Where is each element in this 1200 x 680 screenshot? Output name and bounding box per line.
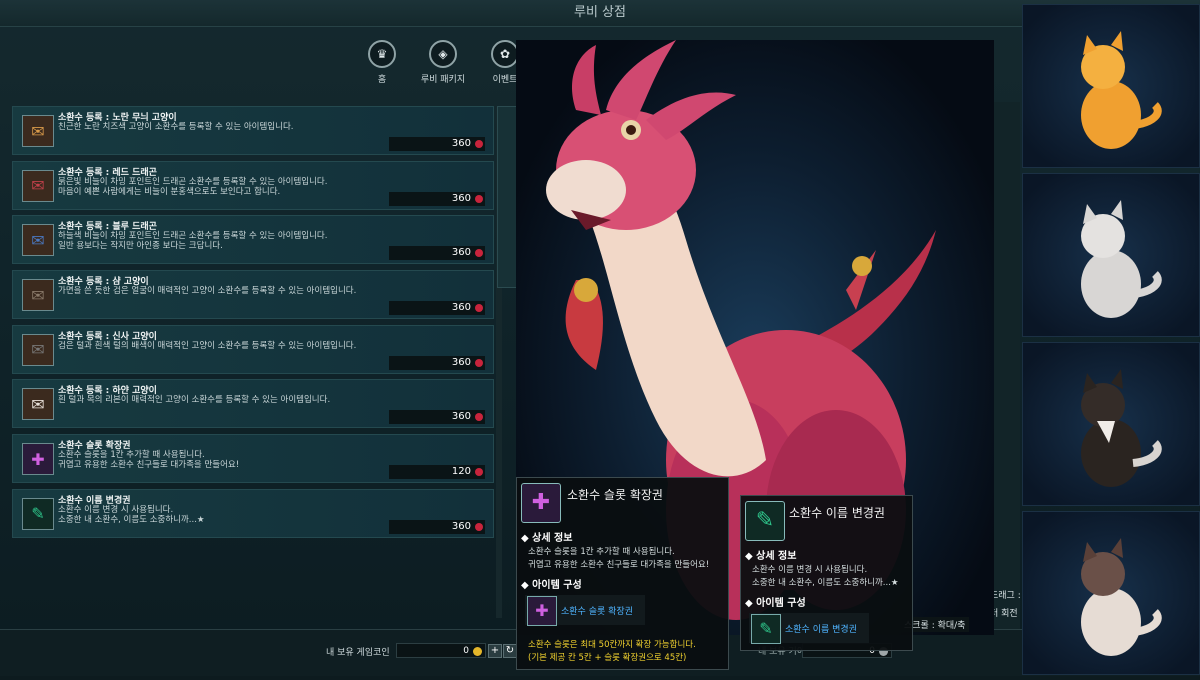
item-price: 360 — [389, 355, 485, 370]
list-item[interactable]: ✉ 소환수 등록 : 샴 고양이 가면을 쓴 듯한 검은 얼굴이 매력적인 고양… — [12, 270, 494, 320]
list-item[interactable]: ✎ 소환수 이름 변경권 소환수 이름 변경 시 사용됩니다. 소중한 내 소환수… — [12, 488, 494, 538]
list-item[interactable]: ✉ 소환수 등록 : 신사 고양이 검은 털과 흰색 털의 배색이 매력적인 고… — [12, 324, 494, 374]
nav-home-label: 홈 — [377, 75, 387, 85]
ruby-icon — [475, 468, 483, 477]
scroll-icon: ✉ — [22, 333, 54, 366]
ruby-icon — [475, 413, 483, 422]
list-item[interactable]: ✚ 소환수 슬롯 확장권 소환수 슬롯을 1칸 추가할 때 사용됩니다. 귀엽고 … — [12, 434, 494, 484]
item-price: 360 — [389, 191, 485, 206]
ruby-icon — [475, 140, 483, 148]
preview-black-cat[interactable] — [1022, 342, 1200, 506]
window-title: 루비 상점 — [0, 0, 1200, 27]
preview-white-cat[interactable] — [1022, 173, 1200, 337]
list-item[interactable]: ✉ 소환수 등록 : 레드 드래곤 붉은빛 비늘이 차밍 포인트인 드래곤 소환… — [12, 160, 494, 210]
tooltip-title: 소환수 이름 변경권 — [789, 506, 885, 520]
preview-side-panel — [994, 102, 1020, 629]
add-coin-button[interactable]: + — [488, 644, 502, 658]
tooltip-rename-ticket: ✎ 소환수 이름 변경권 ◆ 상세 정보 소환수 이름 변경 시 사용됩니다. … — [740, 495, 913, 651]
list-item[interactable]: ✉ 소환수 등록 : 블루 드래곤 하늘색 비늘이 차밍 포인트인 드래곤 소환… — [12, 215, 494, 265]
item-list: ✉ 소환수 등록 : 노란 무늬 고양이 친근한 노란 치즈색 고양이 소환수를… — [12, 106, 494, 544]
list-item[interactable]: ✉ 소환수 등록 : 노란 무늬 고양이 친근한 노란 치즈색 고양이 소환수를… — [12, 106, 494, 155]
ruby-package-icon: ◈ — [429, 40, 457, 68]
item-desc: 하늘색 비늘이 차밍 포인트인 드래곤 소환수를 등록할 수 있는 아이템입니다… — [58, 231, 328, 252]
preview-yellow-cat[interactable] — [1022, 4, 1200, 168]
coin-label: 내 보유 게임코인 — [326, 648, 390, 658]
rename-ticket-icon: ✎ — [22, 497, 54, 530]
detail-line: 귀엽고 유용한 소환수 친구들로 대가족을 만들어요! — [528, 560, 710, 570]
tooltip-slot-ticket: ✚ 소환수 슬롯 확장권 ◆ 상세 정보 소환수 슬롯을 1칸 추가할 때 사용… — [516, 477, 729, 670]
slot-ticket-icon: ✚ — [521, 483, 561, 523]
control-hint-rotate: 터 회전 — [990, 609, 1018, 619]
scroll-icon: ✉ — [22, 169, 54, 202]
item-price: 120 — [389, 465, 485, 480]
ruby-icon — [475, 249, 483, 258]
note-line: 소환수 슬롯은 최대 50칸까지 확장 가능합니다. — [528, 640, 696, 650]
detail-heading: ◆ 상세 정보 — [521, 533, 573, 544]
list-item[interactable]: ✉ 소환수 등록 : 하얀 고양이 흰 털과 목의 리본이 매력적인 고양이 소… — [12, 379, 494, 429]
detail-heading: ◆ 상세 정보 — [745, 551, 797, 562]
compose-item-name: 소환수 슬롯 확장권 — [561, 607, 633, 617]
refresh-coin-button[interactable]: ↻ — [503, 644, 517, 658]
item-desc: 검은 털과 흰색 털의 배색이 매력적인 고양이 소환수를 등록할 수 있는 아… — [58, 340, 357, 351]
item-price: 360 — [389, 301, 485, 316]
rename-ticket-icon: ✎ — [751, 614, 781, 644]
event-icon: ✿ — [491, 40, 519, 68]
item-desc: 소환수 슬롯을 1칸 추가할 때 사용됩니다. 귀엽고 유용한 소환수 친구들로 … — [58, 450, 240, 471]
item-desc: 가면을 쓴 듯한 검은 얼굴이 매력적인 고양이 소환수를 등록할 수 있는 아… — [58, 286, 357, 297]
scroll-icon: ✉ — [22, 279, 54, 312]
scroll-icon: ✉ — [22, 388, 54, 421]
item-desc: 흰 털과 목의 리본이 매력적인 고양이 소환수를 등록할 수 있는 아이템입니… — [58, 395, 331, 406]
preview-gallery — [1022, 4, 1200, 680]
item-desc: 소환수 이름 변경 시 사용됩니다. 소중한 내 소환수, 이름도 소중하니까..… — [58, 504, 205, 525]
ruby-icon — [475, 358, 483, 367]
scroll-icon: ✉ — [22, 115, 54, 147]
tooltip-title: 소환수 슬롯 확장권 — [567, 488, 663, 502]
compose-item: ✎ 소환수 이름 변경권 — [749, 613, 869, 644]
item-desc: 친근한 노란 치즈색 고양이 소환수를 등록할 수 있는 아이템입니다. — [58, 122, 294, 132]
item-price: 360 — [389, 410, 485, 425]
nav-home[interactable]: ♛ 홈 — [364, 40, 400, 85]
nav-ruby-package[interactable]: ◈ 루비 패키지 — [418, 40, 468, 85]
slot-ticket-icon: ✚ — [22, 443, 54, 476]
detail-line: 소환수 이름 변경 시 사용됩니다. — [752, 565, 868, 575]
compose-item: ✚ 소환수 슬롯 확장권 — [525, 595, 645, 626]
detail-line: 소중한 내 소환수, 이름도 소중하니까...★ — [752, 578, 899, 588]
cat-icon — [1081, 31, 1162, 149]
preview-siamese-cat[interactable] — [1022, 511, 1200, 675]
compose-heading: ◆ 아이템 구성 — [745, 598, 806, 609]
item-desc: 붉은빛 비늘이 차밍 포인트인 드래곤 소환수를 등록할 수 있는 아이템입니다… — [58, 176, 328, 197]
compose-heading: ◆ 아이템 구성 — [521, 580, 582, 591]
ruby-icon — [475, 522, 483, 531]
item-price: 360 — [389, 519, 485, 534]
item-price: 360 — [389, 137, 485, 151]
detail-line: 소환수 슬롯을 1칸 추가할 때 사용됩니다. — [528, 547, 675, 557]
item-price: 360 — [389, 246, 485, 261]
nav-ruby-package-label: 루비 패키지 — [420, 75, 466, 85]
coin-icon — [473, 647, 482, 656]
coin-balance: 0 — [396, 643, 486, 658]
rename-ticket-icon: ✎ — [745, 501, 785, 541]
cat-icon — [1081, 200, 1162, 318]
note-line: (기본 제공 칸 5칸 + 슬롯 확장권으로 45칸) — [528, 653, 687, 663]
slot-ticket-icon: ✚ — [527, 596, 557, 626]
ruby-icon — [475, 304, 483, 313]
cat-icon — [1081, 538, 1162, 656]
ruby-icon — [475, 194, 483, 203]
compose-item-name: 소환수 이름 변경권 — [785, 625, 857, 635]
home-icon: ♛ — [368, 40, 396, 68]
cat-icon — [1081, 369, 1162, 487]
scroll-icon: ✉ — [22, 224, 54, 257]
